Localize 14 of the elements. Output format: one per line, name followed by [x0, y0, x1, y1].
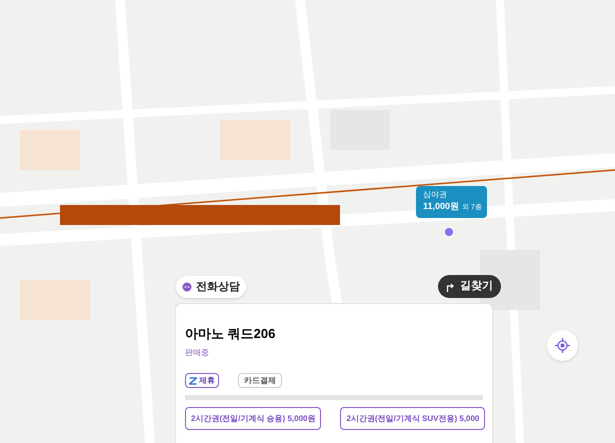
chat-icon: [182, 282, 192, 292]
ticket-option[interactable]: 2시간권(전일/기계식 승용) 5,000원: [185, 407, 322, 430]
payment-tag: 카드결제: [238, 373, 282, 388]
sale-status: 판매중: [185, 348, 210, 358]
ticket-option[interactable]: 2시간권(전일/기계식 SUV전용) 5,000: [340, 407, 486, 430]
parking-title: 아마노 쿼드206: [185, 326, 276, 342]
z-logo-icon: [189, 376, 197, 384]
phone-consult-button[interactable]: 전화상담: [176, 276, 246, 298]
target-icon: [555, 338, 570, 353]
turn-arrow-icon: [446, 282, 455, 292]
directions-button[interactable]: 길찾기: [438, 275, 501, 298]
partner-tag: 제휴: [185, 373, 219, 388]
marker-label: 심야권: [423, 189, 448, 200]
marker-price: 11,000원: [423, 200, 460, 213]
